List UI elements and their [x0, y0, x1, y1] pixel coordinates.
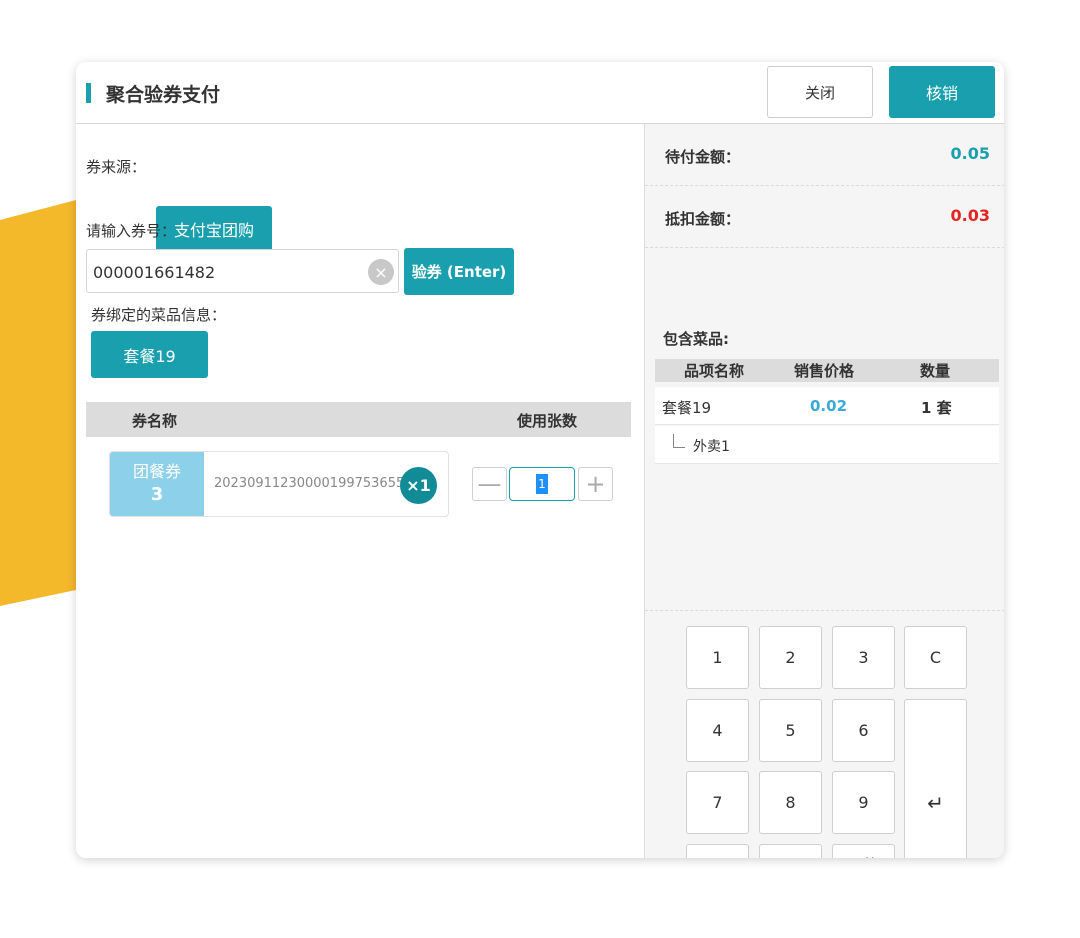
clear-icon[interactable]: × [368, 259, 394, 285]
key-7[interactable]: 7 [686, 771, 749, 834]
included-dishes-label: 包含菜品: [663, 330, 729, 348]
col-dish-qty: 数量 [920, 362, 951, 380]
left-panel: 券来源： 支付宝团购 请输入券号： × 验券 (Enter) 券绑定的菜品信息：… [76, 124, 644, 858]
dish-name: 套餐19 [662, 399, 712, 417]
backspace-label: 退格 [848, 856, 878, 858]
col-coupon-name: 券名称 [132, 412, 178, 430]
key-clear[interactable]: C [904, 626, 967, 689]
coupon-card[interactable]: 团餐券 3 20230911230000199753655 ×1 [109, 451, 449, 517]
plus-button[interactable]: + [578, 467, 613, 501]
dish-table-header: 品项名称 销售价格 数量 [655, 359, 999, 382]
key-4[interactable]: 4 [686, 699, 749, 762]
confirm-verify-button[interactable]: 核销 [889, 66, 995, 118]
pending-amount-label: 待付金额： [665, 148, 741, 166]
table-row[interactable]: 套餐19 0.02 1 套 [655, 387, 999, 425]
coupon-number-input[interactable] [93, 258, 363, 286]
table-row[interactable]: 外卖1 [655, 426, 999, 464]
key-2[interactable]: 2 [759, 626, 822, 689]
title-accent-bar [86, 83, 91, 103]
deduct-amount-value: 0.03 [950, 206, 990, 225]
coupon-payment-dialog: 聚合验券支付 关闭 核销 券来源： 支付宝团购 请输入券号： × 验券 (Ent… [76, 62, 1004, 858]
coupon-input-label: 请输入券号： [86, 222, 177, 240]
col-dish-name: 品项名称 [684, 362, 745, 380]
multiplier-badge: ×1 [400, 467, 437, 504]
keypad-divider [645, 610, 1004, 611]
bound-dish-label: 券绑定的菜品信息： [91, 306, 227, 324]
dish-price: 0.02 [810, 397, 848, 415]
deduct-amount-row: 抵扣金额： 0.03 [645, 186, 1004, 248]
coupon-source-label: 券来源： [86, 158, 147, 176]
minus-button[interactable]: — [472, 467, 507, 501]
sub-item-name: 外卖1 [693, 439, 730, 455]
enter-icon: ↵ [927, 791, 944, 815]
bound-dish-button[interactable]: 套餐19 [91, 331, 208, 378]
key-dot[interactable]: . [686, 844, 749, 858]
dialog-header: 聚合验券支付 关闭 核销 [76, 62, 1004, 124]
dialog-title: 聚合验券支付 [106, 84, 221, 106]
coupon-number-field: × [86, 249, 399, 293]
dish-qty: 1 套 [921, 399, 952, 417]
coupon-count: 3 [150, 484, 164, 505]
coupon-tag: 团餐券 3 [110, 452, 204, 516]
key-3[interactable]: 3 [832, 626, 895, 689]
key-5[interactable]: 5 [759, 699, 822, 762]
key-8[interactable]: 8 [759, 771, 822, 834]
tree-branch-icon [673, 434, 685, 448]
key-9[interactable]: 9 [832, 771, 895, 834]
key-6[interactable]: 6 [832, 699, 895, 762]
right-panel: 待付金额： 0.05 抵扣金额： 0.03 包含菜品: 品项名称 销售价格 数量… [644, 124, 1004, 858]
col-dish-price: 销售价格 [794, 362, 855, 380]
coupon-type: 团餐券 [132, 462, 181, 481]
key-1[interactable]: 1 [686, 626, 749, 689]
quantity-value: 1 [536, 474, 548, 494]
deduct-amount-label: 抵扣金额： [665, 210, 741, 228]
key-enter[interactable]: ↵ [904, 699, 967, 858]
close-button[interactable]: 关闭 [767, 66, 873, 118]
yellow-shape [0, 200, 76, 606]
coupon-code: 20230911230000199753655 [214, 476, 405, 491]
key-backspace[interactable]: 退格 ⟵ [832, 844, 895, 858]
key-0[interactable]: 0 [759, 844, 822, 858]
col-coupon-count: 使用张数 [517, 412, 578, 430]
pending-amount-value: 0.05 [950, 144, 990, 163]
quantity-input[interactable]: 1 [509, 467, 575, 501]
verify-coupon-button[interactable]: 验券 (Enter) [404, 248, 514, 295]
pending-amount-row: 待付金额： 0.05 [645, 124, 1004, 186]
coupon-table-header: 券名称 使用张数 [86, 402, 631, 437]
